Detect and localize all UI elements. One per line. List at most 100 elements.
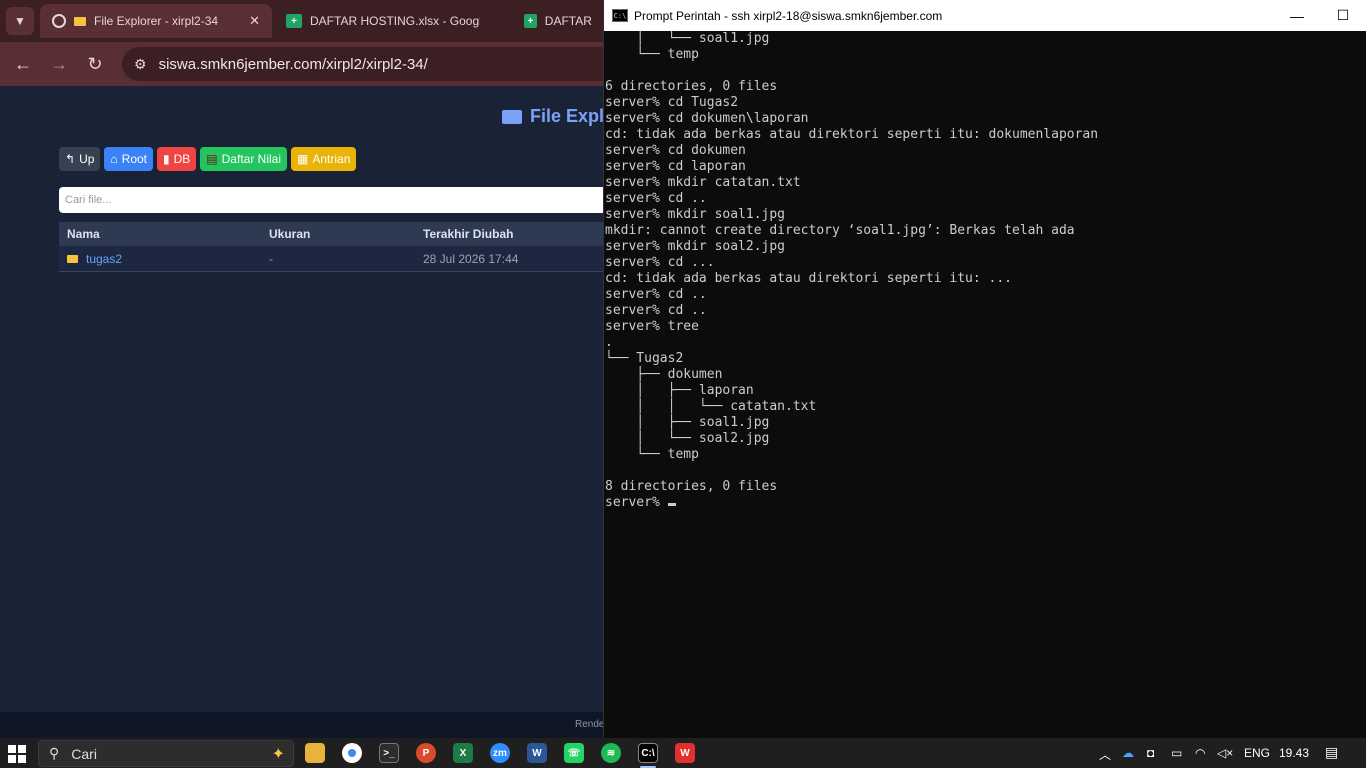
daftar-nilai-button[interactable]: ▤ Daftar Nilai: [200, 147, 287, 171]
taskbar-search-label: Cari: [71, 745, 97, 762]
windows-logo-icon: [18, 745, 26, 753]
command-prompt-taskbar-icon[interactable]: C:\: [638, 743, 658, 763]
up-arrow-icon: ↰: [65, 152, 76, 166]
forward-button[interactable]: →: [45, 50, 73, 78]
up-button-label: Up: [79, 152, 95, 166]
reload-button[interactable]: ↻: [81, 50, 109, 78]
windows-logo-icon: [8, 755, 16, 763]
db-button[interactable]: ▮ DB: [157, 147, 197, 171]
terminal-line: │ └── soal2.jpg: [605, 431, 770, 446]
terminal-line: 6 directories, 0 files: [605, 79, 778, 94]
up-button[interactable]: ↰ Up: [59, 147, 101, 171]
terminal-line: .: [605, 335, 613, 350]
windows-logo-icon: [8, 745, 16, 753]
whatsapp-icon[interactable]: ☏: [564, 743, 584, 763]
file-link[interactable]: tugas2: [86, 252, 122, 266]
tab-file-explorer[interactable]: File Explorer - xirpl2-34 ✕: [40, 4, 272, 38]
terminal-line: └── Tugas2: [605, 351, 684, 366]
page-title-text: File Expl: [530, 106, 605, 126]
terminal-line: server% cd ..: [605, 191, 707, 206]
terminal-title: Prompt Perintah - ssh xirpl2-18@siswa.sm…: [634, 8, 943, 23]
word-icon[interactable]: W: [527, 743, 547, 763]
chrome-center-icon: [348, 749, 356, 757]
sheets-icon: +: [524, 14, 537, 28]
terminal-prompt: server%: [605, 495, 668, 510]
chevron-up-icon: ︿: [1099, 748, 1112, 762]
chrome-icon[interactable]: [342, 743, 362, 763]
column-header-name[interactable]: Nama: [59, 227, 261, 241]
maximize-button[interactable]: ☐: [1320, 0, 1366, 31]
terminal-line: 8 directories, 0 files: [605, 479, 778, 494]
terminal-line: server% tree: [605, 319, 699, 334]
search-input[interactable]: Cari file...: [59, 187, 619, 213]
footer-text: Rende: [575, 719, 605, 730]
minimize-button[interactable]: —: [1274, 0, 1320, 31]
folder-icon: [67, 254, 78, 263]
notification-icon[interactable]: ▤: [1325, 744, 1338, 761]
reload-icon: ↻: [87, 53, 103, 74]
file-name-cell: tugas2: [59, 252, 261, 266]
tab-daftar-hosting[interactable]: + DAFTAR HOSTING.xlsx - Google: [274, 4, 510, 38]
battery-icon[interactable]: ▭: [1171, 746, 1182, 760]
home-icon: ⌂: [110, 152, 118, 166]
excel-icon[interactable]: X: [453, 743, 473, 763]
terminal-titlebar[interactable]: C:\ Prompt Perintah - ssh xirpl2-18@sisw…: [604, 0, 1366, 31]
daftar-nilai-button-label: Daftar Nilai: [221, 152, 281, 166]
terminal-line: server% mkdir soal1.jpg: [605, 207, 786, 222]
wps-presentation-icon[interactable]: P: [416, 743, 436, 763]
globe-icon: [52, 14, 66, 28]
taskbar-search[interactable]: ⚲ Cari ✦: [38, 740, 294, 767]
maximize-icon: ☐: [1336, 7, 1350, 23]
tab-title: DAFTAR HOSTING.xlsx - Google: [310, 14, 480, 28]
column-header-modified[interactable]: Terakhir Diubah: [415, 227, 513, 241]
terminal-icon[interactable]: >_: [379, 743, 399, 763]
column-header-size[interactable]: Ukuran: [261, 227, 415, 241]
show-hidden-icons[interactable]: ︿: [1099, 746, 1111, 763]
terminal-window[interactable]: C:\ Prompt Perintah - ssh xirpl2-18@sisw…: [603, 0, 1366, 738]
root-button[interactable]: ⌂ Root: [104, 147, 154, 171]
close-icon[interactable]: ✕: [249, 13, 260, 29]
search-placeholder: Cari file...: [65, 194, 112, 206]
command-prompt-icon: C:\: [612, 9, 628, 22]
minimize-icon: —: [1290, 7, 1304, 24]
zoom-icon[interactable]: zm: [490, 743, 510, 763]
cursor: [667, 503, 676, 506]
terminal-line: server% mkdir soal2.jpg: [605, 239, 786, 254]
file-explorer-icon[interactable]: [305, 743, 325, 763]
spotify-icon[interactable]: ≋: [601, 743, 621, 763]
wps-office-icon[interactable]: W: [675, 743, 695, 763]
site-settings-icon[interactable]: ⚙: [134, 56, 147, 73]
terminal-line: └── temp: [605, 47, 699, 62]
clock[interactable]: 19.43: [1279, 746, 1309, 760]
table-row[interactable]: tugas2 - 28 Jul 2026 17:44: [59, 246, 619, 272]
back-button[interactable]: ←: [9, 50, 37, 78]
terminal-line: server% cd dokumen\laporan: [605, 111, 809, 126]
folder-icon: [74, 16, 86, 26]
terminal-line: server% cd laporan: [605, 159, 746, 174]
wifi-icon[interactable]: ◠: [1195, 746, 1205, 760]
url-text: siswa.smkn6jember.com/xirpl2/xirpl2-34/: [158, 55, 428, 73]
terminal-line: cd: tidak ada berkas atau direktori sepe…: [605, 271, 1012, 286]
language-indicator[interactable]: ENG: [1244, 746, 1270, 760]
tab-title: DAFTAR H: [544, 14, 592, 28]
terminal-line: server% cd Tugas2: [605, 95, 739, 110]
windows-logo-icon: [18, 755, 26, 763]
meet-icon[interactable]: ◘: [1147, 746, 1154, 760]
terminal-line: │ │ └── catatan.txt: [605, 399, 817, 414]
terminal-line: mkdir: cannot create directory ‘soal1.jp…: [605, 223, 1075, 238]
terminal-prompt-line[interactable]: server%: [605, 495, 1366, 511]
onedrive-icon[interactable]: ☁: [1122, 746, 1134, 760]
file-table: Nama Ukuran Terakhir Diubah tugas2 - 28 …: [59, 222, 619, 272]
volume-muted-icon[interactable]: ◁×: [1217, 746, 1233, 760]
tab-daftar-hosting-2[interactable]: + DAFTAR H: [512, 4, 604, 38]
antrian-button[interactable]: ▦ Antrian: [291, 147, 357, 171]
terminal-output[interactable]: │ └── soal1.jpg └── temp 6 directories, 0…: [604, 31, 1366, 738]
forward-arrow-icon: →: [50, 53, 68, 74]
terminal-line: │ ├── soal1.jpg: [605, 415, 770, 430]
search-icon: ⚲: [49, 745, 60, 761]
tab-search-button[interactable]: ▼: [6, 7, 34, 35]
database-icon: ▮: [163, 152, 170, 166]
start-button[interactable]: [8, 745, 26, 763]
